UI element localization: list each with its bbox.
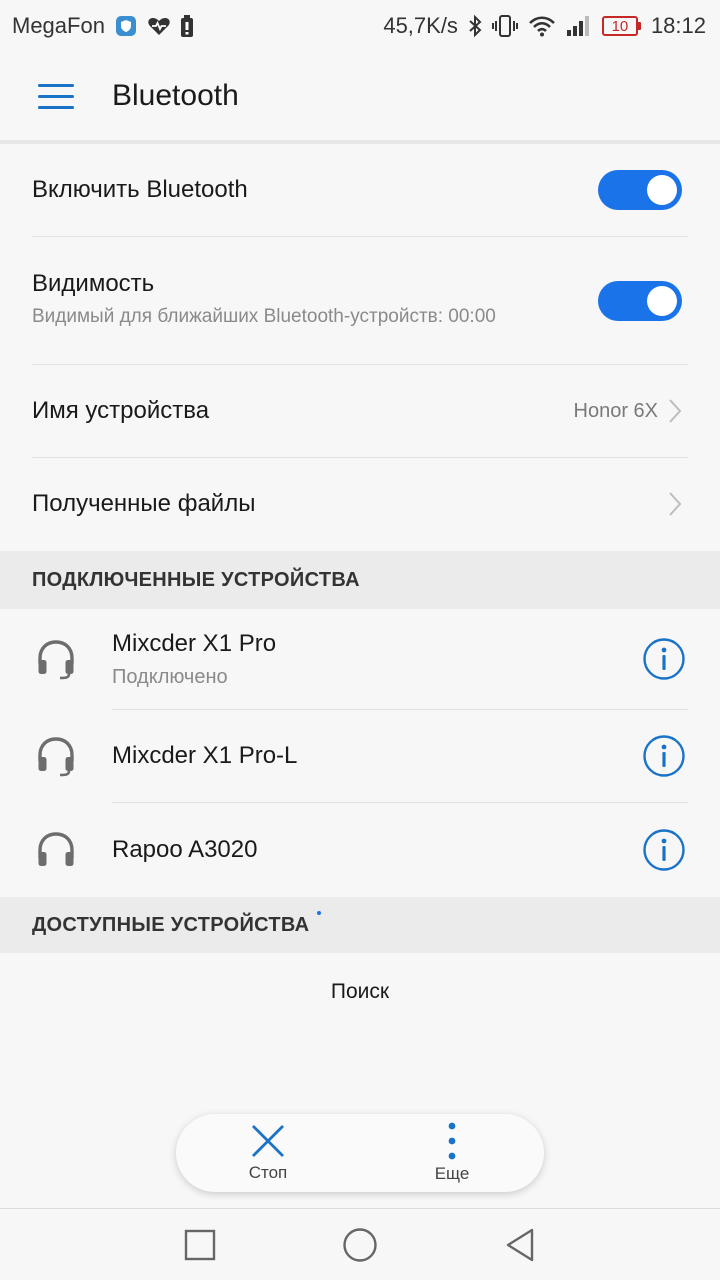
home-button[interactable] — [336, 1221, 384, 1269]
triangle-back-icon — [506, 1228, 534, 1261]
headset-icon — [38, 640, 74, 680]
back-button[interactable] — [496, 1221, 544, 1269]
more-button[interactable]: Еще — [382, 1122, 522, 1184]
app-bar: Bluetooth — [0, 52, 720, 140]
bluetooth-settings-screen: MegaFon 45,7K/s 10 18:12 Bluetooth Включ… — [0, 0, 720, 1280]
connected-devices-title: ПОДКЛЮЧЕННЫЕ УСТРОЙСТВА — [32, 568, 360, 591]
hamburger-menu-icon — [38, 83, 74, 109]
wifi-icon — [528, 15, 556, 37]
device-row-mixcder-x1-pro-l[interactable]: Mixcder X1 Pro-L — [0, 710, 720, 802]
status-bar: MegaFon 45,7K/s 10 18:12 — [0, 0, 720, 52]
device-row-mixcder-x1-pro[interactable]: Mixcder X1 Pro Подключено — [0, 609, 720, 709]
device-info-icon[interactable] — [642, 734, 686, 778]
more-vertical-icon — [448, 1122, 456, 1160]
device-name: Mixcder X1 Pro-L — [112, 742, 298, 769]
carrier-name: MegaFon — [12, 13, 105, 38]
battery-level: 10 — [601, 16, 638, 36]
shield-icon — [115, 15, 137, 37]
device-name-row[interactable]: Имя устройства Honor 6X — [0, 365, 720, 457]
visibility-label: Видимость — [32, 270, 155, 297]
received-files-row[interactable]: Полученные файлы — [0, 458, 720, 550]
page-title: Bluetooth — [112, 79, 239, 112]
signal-icon — [566, 15, 592, 37]
visibility-toggle[interactable] — [598, 280, 682, 321]
recents-button[interactable] — [176, 1221, 224, 1269]
battery-indicator: 10 — [601, 16, 641, 36]
available-devices-header: ДОСТУПНЫЕ УСТРОЙСТВА — [0, 897, 720, 953]
square-recents-icon — [184, 1229, 216, 1260]
visibility-description: Видимый для ближайших Bluetooth-устройст… — [32, 306, 496, 327]
search-status: Поиск — [330, 980, 390, 1003]
enable-bluetooth-toggle[interactable] — [598, 170, 682, 210]
headset-icon — [38, 737, 74, 777]
network-speed: 45,7K/s — [383, 13, 458, 38]
bluetooth-icon — [468, 14, 482, 38]
action-bar: Стоп Еще — [176, 1114, 544, 1192]
circle-home-icon — [343, 1227, 377, 1262]
device-info-icon[interactable] — [642, 637, 686, 681]
notification-battery-icon — [180, 15, 193, 37]
available-devices-title: ДОСТУПНЫЕ УСТРОЙСТВА — [32, 913, 310, 936]
close-icon — [252, 1125, 284, 1157]
clock: 18:12 — [650, 13, 706, 38]
received-files-label: Полученные файлы — [32, 490, 256, 517]
more-label: Еще — [434, 1164, 470, 1183]
vibrate-icon — [491, 14, 518, 38]
stop-button[interactable]: Стоп — [198, 1123, 338, 1183]
menu-button[interactable] — [0, 52, 112, 140]
device-status: Подключено — [112, 665, 228, 688]
device-name: Rapoo A3020 — [112, 836, 258, 863]
enable-bluetooth-row[interactable]: Включить Bluetooth — [0, 144, 720, 236]
battery-tip — [637, 22, 641, 30]
device-name: Mixcder X1 Pro — [112, 629, 277, 657]
device-info-icon[interactable] — [642, 828, 686, 872]
device-name-label: Имя устройства — [32, 397, 210, 424]
headphones-icon — [38, 832, 74, 866]
stop-label: Стоп — [248, 1163, 288, 1182]
scanning-indicator-icon — [317, 911, 322, 915]
chevron-right-icon — [669, 492, 682, 516]
connected-devices-header: ПОДКЛЮЧЕННЫЕ УСТРОЙСТВА — [0, 551, 720, 609]
device-row-rapoo-a3020[interactable]: Rapoo A3020 — [0, 803, 720, 897]
visibility-row[interactable]: Видимость Видимый для ближайших Bluetoot… — [0, 237, 720, 364]
device-name-value: Honor 6X — [573, 399, 659, 422]
chevron-right-icon — [669, 399, 682, 423]
navigation-bar — [0, 1208, 720, 1280]
enable-bluetooth-label: Включить Bluetooth — [32, 176, 248, 203]
health-heart-icon — [147, 15, 171, 37]
